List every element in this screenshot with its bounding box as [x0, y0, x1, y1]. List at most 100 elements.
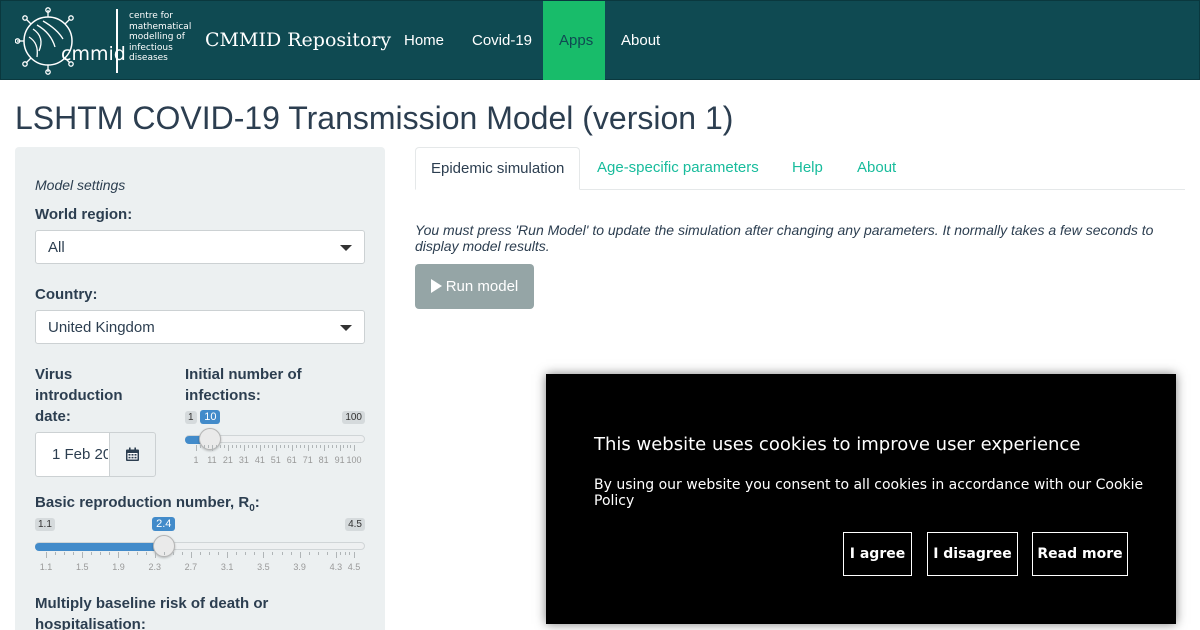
slider-tick: [227, 552, 229, 558]
slider-tick-label: 31: [238, 455, 249, 465]
slider-tick: [323, 445, 325, 451]
slider-handle[interactable]: [199, 428, 222, 450]
caret-down-icon: [340, 325, 352, 331]
slider-tick-label: 81: [318, 455, 329, 465]
slider-minor-tick: [91, 552, 93, 555]
slider-minor-tick: [308, 552, 310, 555]
slider-tick-label: 1: [193, 455, 199, 465]
slider-tick: [190, 552, 192, 558]
slider-tick: [259, 445, 261, 451]
slider-tick-label: 61: [286, 455, 297, 465]
slider-minor-tick: [254, 552, 256, 555]
slider-tick-label: 4.3: [329, 562, 343, 572]
slider-max-label: 100: [342, 411, 365, 424]
brand-title[interactable]: CMMID Repository: [205, 29, 391, 51]
slider-minor-tick: [343, 445, 345, 448]
slider-minor-tick: [209, 552, 211, 555]
slider-minor-tick: [203, 445, 205, 448]
slider-minor-tick: [199, 445, 201, 448]
cookie-read-more-button[interactable]: Read more: [1032, 532, 1128, 576]
slider-tick: [154, 552, 156, 558]
nav-about[interactable]: About: [605, 1, 676, 80]
tab-age-specific-parameters[interactable]: Age-specific parameters: [582, 147, 774, 190]
logo-subtitle: centre for mathematical modelling of inf…: [129, 11, 192, 63]
slider-tick-label: 41: [254, 455, 265, 465]
slider-minor-tick: [215, 445, 217, 448]
initial-infections-slider[interactable]: 1 100 10 1 11 21 31 41 51 61 71 81 91 100: [185, 410, 365, 471]
slider-minor-tick: [223, 445, 225, 448]
nav-home[interactable]: Home: [388, 1, 460, 80]
calendar-icon: [126, 447, 139, 461]
slider-minor-tick: [311, 445, 313, 448]
slider-tick: [227, 445, 229, 451]
slider-minor-tick: [239, 445, 241, 448]
r0-label: Basic reproduction number, R0:: [35, 492, 260, 519]
slider-minor-tick: [181, 552, 183, 555]
page-title: LSHTM COVID-19 Transmission Model (versi…: [15, 100, 734, 136]
slider-minor-tick: [327, 445, 329, 448]
slider-tick: [335, 552, 337, 558]
slider-tick-label: 1.5: [75, 562, 89, 572]
run-model-button[interactable]: Run model: [415, 264, 534, 309]
play-icon: [430, 279, 442, 293]
run-model-label: Run model: [445, 278, 519, 295]
slider-minor-tick: [100, 552, 102, 555]
slider-minor-tick: [349, 552, 351, 555]
virus-date-input[interactable]: 1 Feb 2020: [35, 432, 156, 477]
cmmid-logo[interactable]: cmmid centre for mathematical modelling …: [15, 7, 195, 75]
slider-tick-label: 11: [207, 455, 217, 465]
tab-epidemic-simulation[interactable]: Epidemic simulation: [415, 147, 581, 190]
slider-minor-tick: [295, 445, 297, 448]
slider-tick-label: 91: [334, 455, 345, 465]
main-tabs: Epidemic simulation Age-specific paramet…: [415, 147, 1185, 190]
slider-tick-label: 3.9: [293, 562, 306, 572]
slider-minor-tick: [127, 552, 129, 555]
slider-tick: [339, 445, 341, 451]
slider-min-label: 1: [185, 411, 197, 424]
slider-tick-label: 1.1: [39, 562, 53, 572]
slider-tick-label: 21: [222, 455, 233, 465]
virus-date-value: 1 Feb 2020: [52, 446, 108, 463]
slider-tick: [196, 445, 197, 451]
slider-minor-tick: [326, 552, 328, 555]
slider-tick: [275, 445, 277, 451]
slider-minor-tick: [331, 445, 333, 448]
model-settings-panel: Model settings World region: All Country…: [15, 147, 385, 630]
slider-minor-tick: [335, 445, 337, 448]
slider-tick: [82, 552, 84, 558]
slider-minor-tick: [271, 445, 273, 448]
slider-tick-label: 3.1: [220, 562, 234, 572]
country-value: United Kingdom: [48, 319, 155, 336]
cookie-message: By using our website you consent to all …: [594, 477, 1144, 509]
r0-slider[interactable]: 1.1 4.5 2.4 1.1 1.5 1.9 2.3 2.7 3.1 3.5 3.9 4.3 4…: [35, 517, 365, 578]
country-select[interactable]: United Kingdom: [35, 310, 365, 344]
slider-minor-tick: [281, 552, 283, 555]
slider-tick: [354, 445, 355, 451]
slider-tick: [118, 552, 120, 558]
nav-covid19[interactable]: Covid-19: [456, 1, 548, 80]
slider-minor-tick: [303, 445, 305, 448]
r0-label-text: Basic reproduction number, R: [35, 494, 250, 511]
slider-minor-tick: [231, 445, 233, 448]
caret-down-icon: [340, 245, 352, 251]
tab-help[interactable]: Help: [777, 147, 838, 190]
slider-max-label: 4.5: [345, 518, 365, 531]
slider-minor-tick: [73, 552, 75, 555]
slider-tick-label: 2.3: [148, 562, 161, 572]
slider-tick: [354, 552, 355, 558]
sidebar-heading: Model settings: [35, 177, 126, 193]
cookie-agree-button[interactable]: I agree: [843, 532, 912, 576]
slider-minor-tick: [218, 552, 220, 555]
world-region-select[interactable]: All: [35, 230, 365, 264]
calendar-button[interactable]: [109, 432, 156, 477]
slider-tick-label: 2.7: [184, 562, 198, 572]
slider-minor-tick: [109, 552, 111, 555]
slider-tick-label: 100: [346, 455, 362, 465]
nav-apps[interactable]: Apps: [543, 1, 605, 80]
slider-minor-tick: [163, 552, 165, 555]
slider-minor-tick: [317, 552, 319, 555]
cookie-disagree-button[interactable]: I disagree: [927, 532, 1018, 576]
slider-minor-tick: [219, 445, 221, 448]
tab-about[interactable]: About: [842, 147, 911, 190]
virus-date-label: Virus introduction date:: [35, 366, 123, 425]
